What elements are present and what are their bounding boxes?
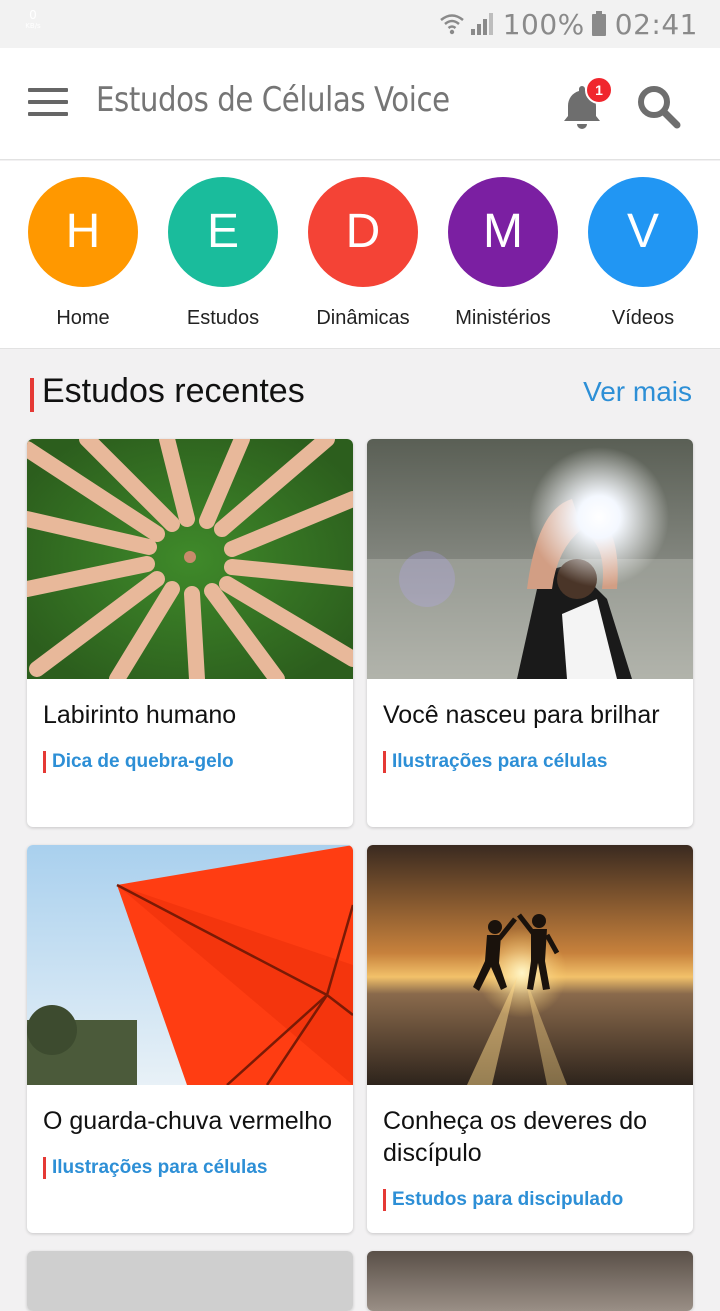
category-ministerios[interactable]: M Ministérios (433, 177, 573, 330)
study-card[interactable]: Você nasceu para brilhar Ilustrações par… (367, 439, 693, 827)
category-dinamicas[interactable]: D Dinâmicas (293, 177, 433, 330)
app-bar: Estudos de Células Voice 1 (0, 48, 720, 160)
study-card[interactable]: Conheça os deveres do discípulo Estudos … (367, 845, 693, 1233)
category-home-label: Home (56, 307, 110, 329)
category-estudos-label: Estudos (186, 307, 260, 329)
category-dinamicas-label: Dinâmicas (316, 307, 410, 329)
clock: 02:41 (614, 7, 698, 41)
signal-icon (469, 11, 495, 37)
network-speed-value: 0 (29, 8, 37, 22)
category-home[interactable]: H Home (13, 177, 153, 330)
study-card-category[interactable]: Dica de quebra-gelo (43, 751, 337, 773)
category-ministerios-label: Ministérios (455, 307, 551, 329)
category-videos-circle: V (588, 177, 698, 287)
status-bar: 0 KB/s 100% 02:41 (0, 0, 720, 48)
section-accent-bar (30, 378, 34, 412)
app-title: Estudos de Células Voice (96, 80, 450, 120)
study-card[interactable]: Labirinto humano Dica de quebra-gelo (27, 439, 353, 827)
study-card-title: Conheça os deveres do discípulo (383, 1107, 648, 1167)
study-card[interactable] (27, 1251, 353, 1311)
notification-badge: 1 (585, 76, 613, 104)
battery-percent: 100% (502, 7, 585, 41)
category-estudos[interactable]: E Estudos (153, 177, 293, 330)
category-videos[interactable]: V Vídeos (573, 177, 713, 330)
see-more-link[interactable]: Ver mais (583, 376, 692, 408)
study-card-image (367, 439, 693, 679)
study-card-image (27, 439, 353, 679)
category-ministerios-circle: M (448, 177, 558, 287)
study-card-title: Labirinto humano (43, 701, 237, 729)
network-speed-unit: KB/s (25, 22, 41, 30)
category-home-circle: H (28, 177, 138, 287)
study-card-image (27, 845, 353, 1085)
category-strip: H Home E Estudos D Dinâmicas M Ministéri… (0, 161, 720, 349)
category-videos-label: Vídeos (611, 307, 675, 329)
study-card-image (367, 1251, 693, 1311)
study-card-category[interactable]: Estudos para discipulado (383, 1189, 677, 1211)
network-speed: 0 KB/s (22, 9, 44, 30)
search-icon[interactable] (634, 82, 682, 130)
study-card-category[interactable]: Ilustrações para células (383, 751, 677, 773)
menu-icon[interactable] (28, 88, 68, 118)
study-card-image (27, 1251, 353, 1311)
study-card[interactable]: O guarda-chuva vermelho Ilustrações para… (27, 845, 353, 1233)
category-dinamicas-circle: D (308, 177, 418, 287)
study-card-image (367, 845, 693, 1085)
section-title: Estudos recentes (42, 372, 305, 410)
category-estudos-circle: E (168, 177, 278, 287)
study-card-category[interactable]: Ilustrações para células (43, 1157, 337, 1179)
study-card-title: O guarda-chuva vermelho (43, 1107, 333, 1135)
study-card[interactable] (367, 1251, 693, 1311)
wifi-icon (439, 11, 465, 37)
recent-studies-header: Estudos recentes Ver mais (30, 372, 692, 416)
battery-icon (591, 11, 607, 37)
study-card-title: Você nasceu para brilhar (383, 701, 660, 729)
